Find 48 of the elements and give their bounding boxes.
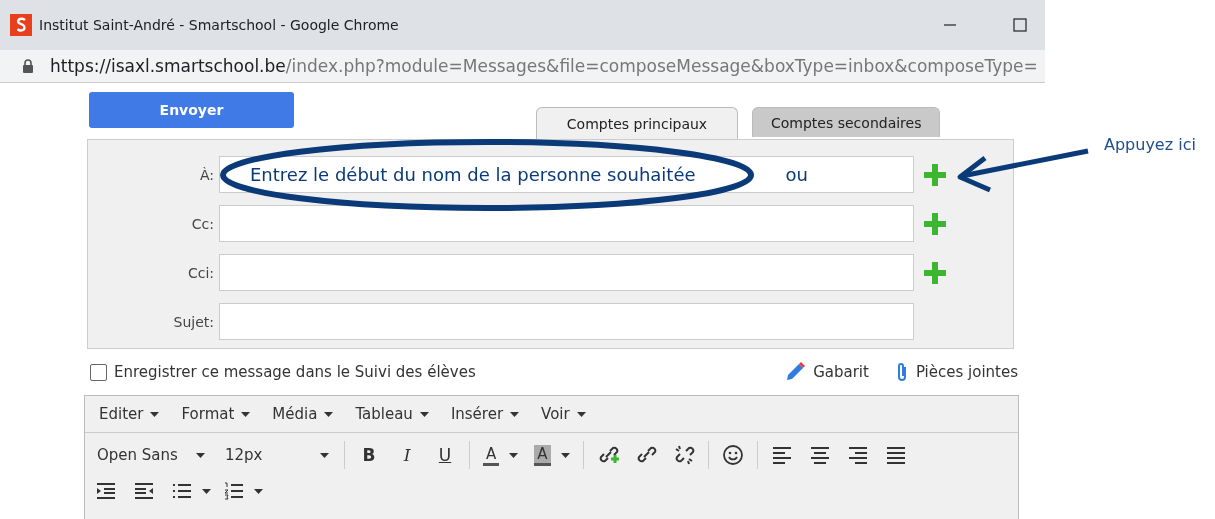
link[interactable]: Pièces jointes: [915, 363, 1018, 381]
italic-button[interactable]: I: [390, 440, 424, 470]
size-select[interactable]: 12px: [217, 446, 337, 464]
caret-icon: [419, 411, 429, 417]
lock-icon: [22, 59, 34, 73]
field-label: Cci:: [186, 264, 215, 281]
menu-button[interactable]: Format: [181, 405, 251, 423]
tab[interactable]: Comptes secondaires: [752, 107, 941, 137]
checkbox[interactable]: [90, 363, 107, 381]
caret-icon: [201, 488, 211, 494]
caret-icon: [253, 488, 263, 494]
field-label: Sujet:: [172, 313, 215, 330]
menu-button[interactable]: Tableau: [355, 405, 429, 423]
caret-icon: [324, 411, 334, 417]
caret-icon: [241, 411, 251, 417]
highlight-button[interactable]: A: [528, 440, 576, 470]
input-field[interactable]: Entrez le début du nom de la personne souhaitée ou: [219, 156, 914, 193]
menu-button[interactable]: Insérer: [450, 405, 520, 423]
font-select[interactable]: Open Sans: [89, 446, 213, 464]
site-logo-icon: [10, 14, 32, 36]
field-label: À:: [198, 166, 215, 183]
caret-icon: [560, 452, 570, 458]
link[interactable]: Gabarit: [813, 363, 869, 381]
underline-button[interactable]: U: [428, 440, 462, 470]
caret-icon: [576, 411, 586, 417]
input-field[interactable]: [219, 205, 914, 242]
caret-icon: [510, 411, 520, 417]
caret-icon: [150, 411, 160, 417]
menu-button[interactable]: Voir: [541, 405, 586, 423]
bold-button[interactable]: B: [352, 440, 386, 470]
text-color-button[interactable]: A: [477, 440, 525, 470]
caret-icon: [509, 452, 519, 458]
caret-icon: [196, 452, 205, 458]
caret-icon: [320, 452, 329, 458]
pencil-icon: [784, 361, 807, 383]
annotation-text: ou: [785, 164, 808, 185]
maximize-icon[interactable]: [1013, 18, 1027, 32]
checkbox-label: Enregistrer ce message dans le Suivi des élèves: [114, 363, 476, 381]
tab[interactable]: Comptes principaux: [536, 107, 738, 139]
menu-button[interactable]: Média: [272, 405, 334, 423]
menu-button[interactable]: Editer: [99, 405, 160, 423]
callout-text: Appuyez ici: [1104, 135, 1196, 154]
send-button[interactable]: Envoyer: [89, 92, 294, 128]
input-field[interactable]: [219, 254, 914, 291]
window-title: Institut Saint-André - Smartschool - Google Chrome: [39, 17, 399, 33]
annotation-text: Entrez le début du nom de la personne souhaitée: [250, 164, 696, 185]
input-field[interactable]: [219, 303, 914, 340]
field-label: Cc:: [190, 215, 215, 232]
